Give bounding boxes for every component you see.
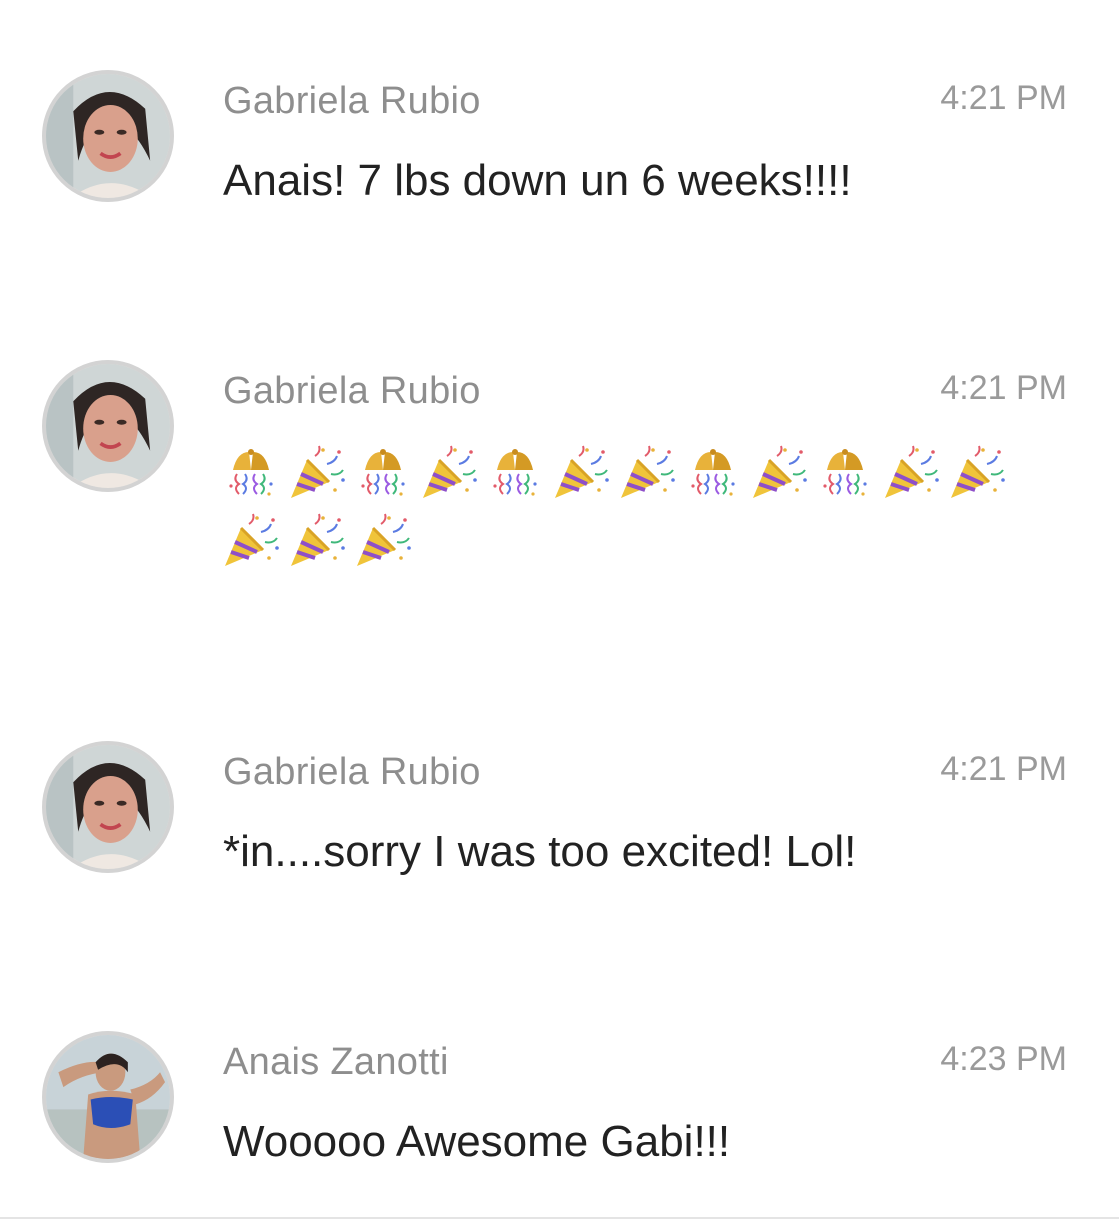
sender-name: Anais Zanotti (223, 1041, 449, 1083)
anais-avatar-photo (46, 1035, 170, 1159)
message-text: Anais! 7 lbs down un 6 weeks!!!! (223, 156, 852, 205)
message-text: *in....sorry I was too excited! Lol! (223, 827, 857, 876)
sender-name: Gabriela Rubio (223, 370, 481, 412)
party-popper-icon (879, 440, 943, 504)
divider (0, 1217, 1119, 1219)
message-timestamp: 4:23 PM (940, 1040, 1067, 1078)
chat-thread: Gabriela Rubio 4:21 PM Anais! 7 lbs down… (0, 0, 1119, 1221)
message-timestamp: 4:21 PM (940, 750, 1067, 788)
gabriela-avatar-photo (46, 364, 170, 488)
message-text: Wooooo Awesome Gabi!!! (223, 1117, 731, 1166)
avatar[interactable] (42, 360, 174, 492)
party-popper-icon (351, 508, 415, 572)
party-popper-icon (219, 508, 283, 572)
confetti-ball-icon (351, 440, 415, 504)
party-popper-icon (615, 440, 679, 504)
confetti-ball-icon (813, 440, 877, 504)
confetti-ball-icon (681, 440, 745, 504)
party-popper-icon (417, 440, 481, 504)
confetti-ball-icon (219, 440, 283, 504)
avatar[interactable] (42, 70, 174, 202)
avatar[interactable] (42, 1031, 174, 1163)
party-popper-icon (549, 440, 613, 504)
confetti-ball-icon (483, 440, 547, 504)
emoji-message (219, 440, 1019, 572)
gabriela-avatar-photo (46, 745, 170, 869)
party-popper-icon (285, 440, 349, 504)
party-popper-icon (945, 440, 1009, 504)
sender-name: Gabriela Rubio (223, 751, 481, 793)
party-popper-icon (285, 508, 349, 572)
avatar[interactable] (42, 741, 174, 873)
sender-name: Gabriela Rubio (223, 80, 481, 122)
gabriela-avatar-photo (46, 74, 170, 198)
message-timestamp: 4:21 PM (940, 369, 1067, 407)
message-timestamp: 4:21 PM (940, 79, 1067, 117)
party-popper-icon (747, 440, 811, 504)
